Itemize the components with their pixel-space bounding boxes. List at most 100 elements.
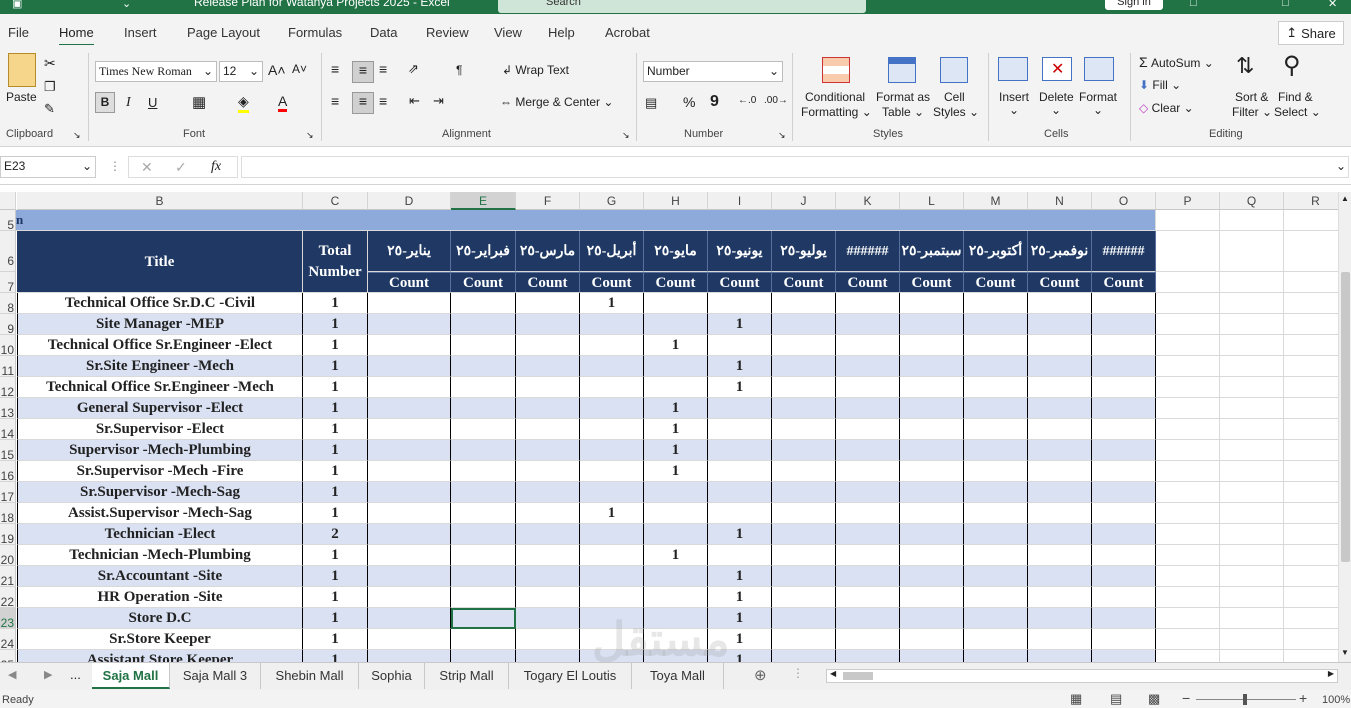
count-cell[interactable] — [516, 566, 580, 587]
increase-font-icon[interactable]: A˄ — [268, 62, 286, 78]
count-cell[interactable] — [451, 377, 516, 398]
count-cell[interactable] — [772, 461, 836, 482]
count-cell[interactable] — [772, 629, 836, 650]
count-cell[interactable] — [900, 503, 964, 524]
row-header[interactable]: 19 — [0, 524, 16, 545]
count-cell[interactable] — [1092, 314, 1156, 335]
tab-acrobat[interactable]: Acrobat — [605, 25, 650, 40]
count-cell[interactable] — [964, 335, 1028, 356]
count-cell[interactable] — [368, 377, 451, 398]
count-cell[interactable] — [644, 503, 708, 524]
count-cell[interactable] — [516, 503, 580, 524]
fill-color-icon[interactable]: ◈ — [238, 93, 249, 113]
count-cell[interactable] — [1028, 356, 1092, 377]
borders-icon[interactable]: ▦ — [192, 93, 206, 111]
column-header[interactable]: C — [303, 192, 368, 210]
count-cell[interactable] — [964, 650, 1028, 662]
count-cell[interactable] — [368, 524, 451, 545]
count-cell[interactable] — [900, 440, 964, 461]
count-cell[interactable] — [772, 524, 836, 545]
count-cell[interactable] — [516, 293, 580, 314]
empty-cell[interactable] — [1156, 629, 1220, 650]
tab-help[interactable]: Help — [548, 25, 575, 40]
count-cell[interactable] — [516, 608, 580, 629]
count-cell[interactable] — [900, 566, 964, 587]
count-cell[interactable] — [900, 650, 964, 662]
sheet-tab-sophia[interactable]: Sophia — [359, 663, 425, 689]
count-cell[interactable] — [516, 419, 580, 440]
row-total[interactable]: 1 — [303, 566, 368, 587]
empty-cell[interactable] — [1156, 587, 1220, 608]
count-cell[interactable] — [772, 398, 836, 419]
count-cell[interactable] — [964, 587, 1028, 608]
column-header[interactable]: E — [451, 192, 516, 210]
count-cell[interactable] — [644, 566, 708, 587]
count-cell[interactable] — [580, 314, 644, 335]
scroll-left-icon[interactable]: ◀ — [830, 669, 836, 678]
count-cell[interactable] — [580, 377, 644, 398]
row-header[interactable]: 13 — [0, 398, 16, 419]
cell-styles-button[interactable]: Cell — [944, 90, 965, 104]
tab-page-layout[interactable]: Page Layout — [187, 25, 260, 40]
fill-button[interactable]: ⬇ Fill ⌄ — [1139, 78, 1181, 92]
text-direction-icon[interactable]: ¶ — [456, 63, 462, 77]
more-sheets-button[interactable]: ... — [70, 667, 81, 682]
count-cell[interactable] — [644, 587, 708, 608]
column-header[interactable]: I — [708, 192, 772, 210]
clipboard-launcher-icon[interactable]: ↘ — [73, 130, 81, 141]
count-cell[interactable] — [451, 629, 516, 650]
count-cell[interactable] — [836, 398, 900, 419]
count-cell[interactable] — [451, 524, 516, 545]
count-cell[interactable] — [900, 377, 964, 398]
row-title[interactable]: Sr.Site Engineer -Mech — [17, 356, 303, 377]
format-cells-button[interactable]: Format — [1079, 90, 1117, 104]
insert-cells-button[interactable]: Insert — [999, 90, 1029, 104]
column-header[interactable]: M — [964, 192, 1028, 210]
count-cell[interactable] — [516, 440, 580, 461]
row-title[interactable]: Assistant Store Keeper — [17, 650, 303, 662]
sheet-tab-saja-mall[interactable]: Saja Mall — [92, 663, 170, 689]
count-cell[interactable] — [580, 356, 644, 377]
count-cell[interactable] — [772, 545, 836, 566]
count-cell[interactable] — [964, 629, 1028, 650]
number-format-select[interactable]: Number ⌄ — [643, 61, 783, 82]
decrease-font-icon[interactable]: A˅ — [292, 62, 307, 76]
alignment-launcher-icon[interactable]: ↘ — [622, 130, 630, 141]
worksheet-grid[interactable]: B C D E F G H I J K L M N O P Q R 5 6 7 8 9 10 11 12 13 14 15 16 17 18… — [0, 192, 1338, 662]
empty-cell[interactable] — [1156, 461, 1220, 482]
count-cell[interactable] — [580, 482, 644, 503]
count-cell[interactable] — [836, 566, 900, 587]
row-total[interactable]: 1 — [303, 461, 368, 482]
count-cell[interactable] — [772, 377, 836, 398]
row-title[interactable]: Sr.Accountant -Site — [17, 566, 303, 587]
count-cell[interactable] — [580, 461, 644, 482]
row-total[interactable]: 1 — [303, 398, 368, 419]
insert-function-icon[interactable]: fx — [211, 159, 221, 175]
count-cell[interactable] — [900, 629, 964, 650]
count-cell[interactable] — [964, 419, 1028, 440]
conditional-formatting-button[interactable]: Conditional — [805, 90, 865, 104]
share-button[interactable]: ↥ Share — [1278, 21, 1344, 45]
empty-cell[interactable] — [1284, 231, 1338, 272]
count-cell[interactable] — [900, 608, 964, 629]
count-cell[interactable] — [451, 566, 516, 587]
count-cell[interactable] — [772, 314, 836, 335]
count-cell[interactable] — [708, 545, 772, 566]
count-cell[interactable] — [1028, 314, 1092, 335]
empty-cell[interactable] — [1284, 440, 1338, 461]
count-cell[interactable] — [900, 398, 964, 419]
count-cell[interactable] — [964, 545, 1028, 566]
count-cell[interactable] — [516, 524, 580, 545]
row-header[interactable]: 23 — [0, 608, 16, 629]
count-cell[interactable] — [900, 587, 964, 608]
cut-icon[interactable]: ✂ — [44, 55, 56, 72]
empty-cell[interactable] — [1284, 503, 1338, 524]
count-cell[interactable] — [708, 419, 772, 440]
count-cell[interactable] — [644, 356, 708, 377]
empty-cell[interactable] — [1284, 650, 1338, 662]
row-title[interactable]: Technical Office Sr.Engineer -Mech — [17, 377, 303, 398]
count-cell[interactable] — [451, 398, 516, 419]
count-cell[interactable] — [1092, 650, 1156, 662]
row-title[interactable]: Store D.C — [17, 608, 303, 629]
count-cell[interactable] — [516, 629, 580, 650]
